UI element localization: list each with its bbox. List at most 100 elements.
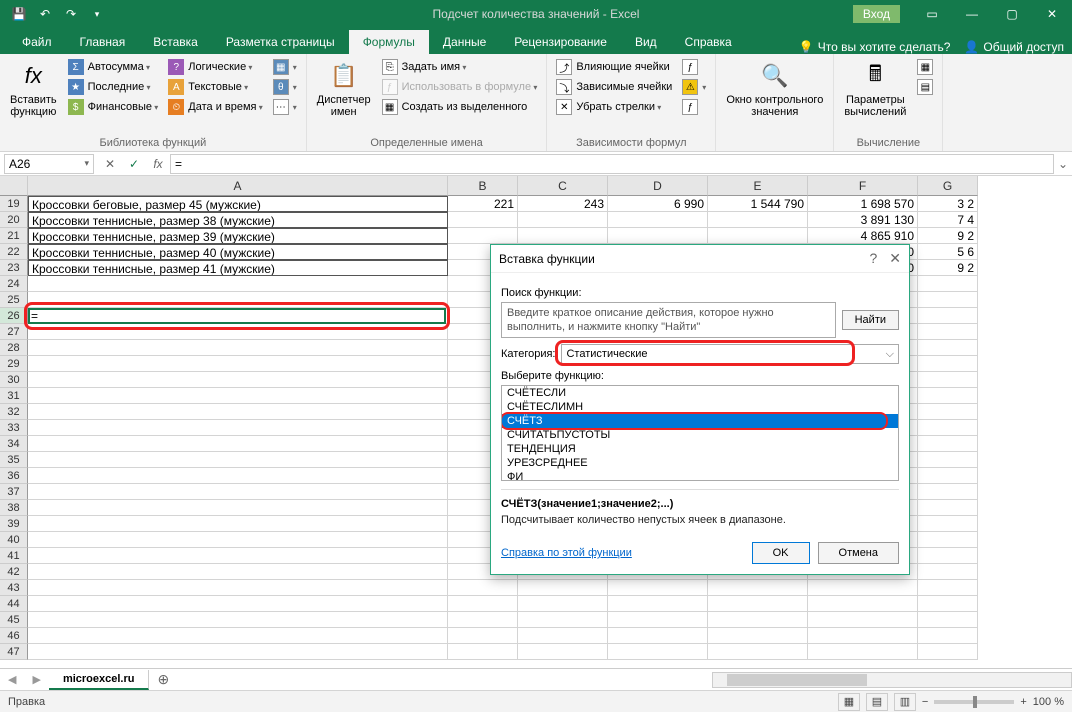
tab-formulas[interactable]: Формулы	[349, 30, 429, 54]
cell[interactable]	[608, 596, 708, 612]
cell[interactable]	[28, 628, 448, 644]
dialog-close-icon[interactable]: ✕	[889, 250, 901, 267]
minimize-icon[interactable]: —	[952, 0, 992, 28]
cell[interactable]	[918, 500, 978, 516]
cell[interactable]	[28, 484, 448, 500]
col-header-B[interactable]: B	[448, 176, 518, 196]
cell[interactable]	[918, 420, 978, 436]
calc-now-button[interactable]: ▦	[914, 58, 936, 76]
row-header[interactable]: 32	[0, 404, 28, 420]
sheet-nav-next-icon[interactable]: ▶	[24, 673, 48, 686]
row-header[interactable]: 47	[0, 644, 28, 660]
cell[interactable]	[518, 628, 608, 644]
search-input[interactable]	[501, 302, 836, 338]
cell[interactable]	[448, 644, 518, 660]
error-checking-button[interactable]: ⚠	[679, 78, 709, 96]
cell[interactable]	[28, 388, 448, 404]
cell[interactable]: 3 2	[918, 196, 978, 212]
cell[interactable]	[28, 372, 448, 388]
col-header-C[interactable]: C	[518, 176, 608, 196]
row-header[interactable]: 39	[0, 516, 28, 532]
name-box[interactable]: A26	[4, 154, 94, 174]
cell[interactable]: 1 544 790	[708, 196, 808, 212]
tab-file[interactable]: Файл	[8, 30, 66, 54]
calc-sheet-button[interactable]: ▤	[914, 78, 936, 96]
zoom-out-icon[interactable]: −	[922, 696, 928, 708]
trace-precedents-button[interactable]: ⤴Влияющие ячейки	[553, 58, 675, 76]
cell[interactable]	[608, 644, 708, 660]
tab-data[interactable]: Данные	[429, 30, 500, 54]
ok-button[interactable]: OK	[752, 542, 810, 564]
define-name-button[interactable]: ⎘Задать имя	[379, 58, 541, 76]
show-formulas-button[interactable]: ƒ	[679, 58, 709, 76]
cell[interactable]	[808, 580, 918, 596]
cell[interactable]	[28, 436, 448, 452]
cell[interactable]	[28, 340, 448, 356]
col-header-D[interactable]: D	[608, 176, 708, 196]
row-header[interactable]: 44	[0, 596, 28, 612]
cell[interactable]	[808, 596, 918, 612]
dialog-help-icon[interactable]: ?	[869, 250, 877, 267]
row-header[interactable]: 22	[0, 244, 28, 260]
cell[interactable]	[448, 212, 518, 228]
row-header[interactable]: 26	[0, 308, 28, 324]
cell[interactable]	[918, 628, 978, 644]
calc-options-button[interactable]: 🖩 Параметры вычислений	[840, 58, 910, 135]
create-from-selection-button[interactable]: ▦Создать из выделенного	[379, 98, 541, 116]
find-button[interactable]: Найти	[842, 310, 899, 330]
tellme-search[interactable]: 💡 Что вы хотите сделать?	[799, 40, 951, 54]
cell[interactable]	[918, 276, 978, 292]
page-layout-icon[interactable]: ▤	[866, 693, 888, 711]
use-in-formula-button[interactable]: ƒИспользовать в формуле	[379, 78, 541, 96]
cell[interactable]	[28, 452, 448, 468]
cell[interactable]	[518, 644, 608, 660]
row-header[interactable]: 45	[0, 612, 28, 628]
normal-view-icon[interactable]: ▦	[838, 693, 860, 711]
cell[interactable]	[608, 228, 708, 244]
cancel-formula-icon[interactable]: ✕	[98, 154, 122, 174]
login-button[interactable]: Вход	[853, 5, 900, 23]
row-header[interactable]: 31	[0, 388, 28, 404]
recent-button[interactable]: ★Последние	[65, 78, 162, 96]
cell[interactable]: 4 865 910	[808, 228, 918, 244]
tab-help[interactable]: Справка	[671, 30, 746, 54]
cell[interactable]	[448, 580, 518, 596]
cell[interactable]	[918, 484, 978, 500]
cell[interactable]: 221	[448, 196, 518, 212]
cell[interactable]	[808, 628, 918, 644]
row-header[interactable]: 34	[0, 436, 28, 452]
cell[interactable]	[28, 468, 448, 484]
cell[interactable]	[608, 580, 708, 596]
function-list-item[interactable]: ФИ	[502, 470, 898, 481]
row-header[interactable]: 23	[0, 260, 28, 276]
row-header[interactable]: 42	[0, 564, 28, 580]
cell[interactable]	[918, 532, 978, 548]
function-list-item[interactable]: СЧЁТЗ	[502, 414, 898, 428]
zoom-level[interactable]: 100 %	[1033, 696, 1064, 708]
cell[interactable]	[448, 628, 518, 644]
cell[interactable]	[918, 452, 978, 468]
row-header[interactable]: 28	[0, 340, 28, 356]
horizontal-scrollbar[interactable]	[712, 672, 1072, 688]
redo-icon[interactable]: ↷	[60, 3, 82, 25]
cell[interactable]	[708, 228, 808, 244]
cell[interactable]	[708, 612, 808, 628]
cell[interactable]	[918, 356, 978, 372]
function-help-link[interactable]: Справка по этой функции	[501, 547, 632, 559]
maximize-icon[interactable]: ▢	[992, 0, 1032, 28]
sheet-nav-prev-icon[interactable]: ◀	[0, 673, 24, 686]
cell[interactable]	[28, 356, 448, 372]
page-break-icon[interactable]: ▥	[894, 693, 916, 711]
cell[interactable]	[28, 532, 448, 548]
row-header[interactable]: 38	[0, 500, 28, 516]
cell[interactable]: 6 990	[608, 196, 708, 212]
name-manager-button[interactable]: 📋 Диспетчер имен	[313, 58, 375, 135]
row-header[interactable]: 43	[0, 580, 28, 596]
row-header[interactable]: 20	[0, 212, 28, 228]
cell[interactable]	[518, 212, 608, 228]
evaluate-formula-button[interactable]: ƒ	[679, 98, 709, 116]
cell[interactable]	[708, 628, 808, 644]
autosum-button[interactable]: ΣАвтосумма	[65, 58, 162, 76]
cell[interactable]	[28, 548, 448, 564]
insert-function-button[interactable]: fx Вставить функцию	[6, 58, 61, 135]
